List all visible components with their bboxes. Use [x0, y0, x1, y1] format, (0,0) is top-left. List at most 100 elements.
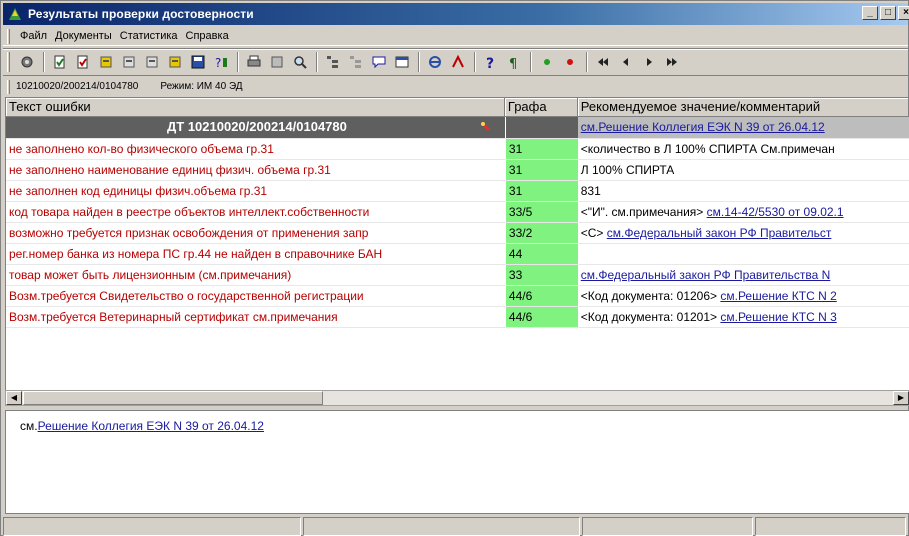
paragraph-icon[interactable]: ¶ — [503, 51, 525, 73]
error-text-cell: не заполнено кол-во физического объема г… — [9, 142, 274, 156]
save-icon[interactable] — [187, 51, 209, 73]
comment-link[interactable]: см.Федеральный закон РФ Правительства N — [581, 268, 831, 282]
status-bar — [3, 517, 908, 536]
menu-statistics[interactable]: Статистика — [116, 30, 182, 42]
first-icon[interactable] — [592, 51, 614, 73]
book3-icon[interactable] — [141, 51, 163, 73]
title-bar[interactable]: Результаты проверки достоверности _ □ × — [3, 3, 909, 25]
green-dot-icon[interactable] — [536, 51, 558, 73]
graph-cell: 44/6 — [504, 307, 578, 327]
error-text-cell: возможно требуется признак освобождения … — [9, 226, 369, 240]
document-number: 10210020/200214/0104780 — [16, 81, 139, 92]
toolbar-grip[interactable] — [7, 52, 10, 72]
graph-cell: 33/5 — [504, 202, 578, 222]
tree2-icon[interactable] — [345, 51, 367, 73]
infobar-grip[interactable] — [7, 79, 10, 94]
status-panel — [581, 517, 753, 536]
table-row[interactable]: не заполнено наименование единиц физич. … — [6, 160, 909, 181]
comment-cell: <Код документа: 01201> см.Решение КТС N … — [578, 307, 909, 327]
toolbar-separator — [530, 52, 532, 72]
header-comment[interactable]: Рекомендуемое значение/комментарий — [577, 98, 909, 117]
menu-file[interactable]: Файл — [16, 30, 51, 42]
print-preview-icon[interactable] — [266, 51, 288, 73]
tree-icon[interactable] — [322, 51, 344, 73]
comment-link[interactable]: см.14-42/5530 от 09.02.1 — [707, 205, 844, 219]
table-row[interactable]: товар может быть лицензионным (см.примеч… — [6, 265, 909, 286]
comment-cell: см.Федеральный закон РФ Правительства N — [578, 265, 909, 285]
header-graph[interactable]: Графа — [504, 98, 578, 117]
comment-text: <количество в Л 100% СПИРТА См.примечан — [580, 142, 835, 156]
svg-text:¶: ¶ — [509, 57, 517, 70]
last-icon[interactable] — [661, 51, 683, 73]
print-icon[interactable] — [243, 51, 265, 73]
menu-help[interactable]: Справка — [182, 30, 233, 42]
table-row[interactable]: код товара найден в реестре объектов инт… — [6, 202, 909, 223]
prev-icon[interactable] — [615, 51, 637, 73]
maximize-button[interactable]: □ — [880, 6, 896, 20]
error-text-cell: код товара найден в реестре объектов инт… — [9, 205, 370, 219]
app-icon — [7, 6, 23, 22]
menu-documents[interactable]: Документы — [51, 30, 116, 42]
comment-link[interactable]: см.Федеральный закон РФ Правительст — [607, 226, 832, 240]
comment-cell: <С> см.Федеральный закон РФ Правительст — [578, 223, 909, 243]
graph-cell: 33 — [504, 265, 578, 285]
graph-cell: 33/2 — [504, 223, 578, 243]
help-icon[interactable]: ? — [480, 51, 502, 73]
toolbar-separator — [237, 52, 239, 72]
scroll-thumb[interactable] — [23, 391, 323, 405]
properties-icon[interactable] — [391, 51, 413, 73]
table-row[interactable]: рег.номер банка из номера ПС гр.44 не на… — [6, 244, 909, 265]
pin-icon[interactable] — [479, 120, 493, 134]
help-filter-icon[interactable]: ? — [210, 51, 232, 73]
results-grid[interactable]: Текст ошибки Графа Рекомендуемое значени… — [5, 97, 909, 397]
toolbar: ? ? ¶ — [3, 48, 908, 76]
graph-cell: 44 — [504, 244, 578, 264]
group-graph-cell — [504, 117, 578, 138]
error-text-cell: товар может быть лицензионным (см.примеч… — [9, 268, 292, 282]
comment-icon[interactable] — [368, 51, 390, 73]
minimize-button[interactable]: _ — [862, 6, 878, 20]
comment-text: <С> — [580, 226, 607, 240]
error-text-cell: рег.номер банка из номера ПС гр.44 не на… — [9, 247, 383, 261]
red-dot-icon[interactable] — [559, 51, 581, 73]
book2-icon[interactable] — [118, 51, 140, 73]
gear-icon[interactable] — [16, 51, 38, 73]
mode-label: Режим: ИМ 40 ЭД — [160, 81, 243, 92]
group-comment-cell: см.Решение Коллегия ЕЭК N 39 от 26.04.12 — [577, 117, 909, 138]
comment-text: 831 — [580, 184, 601, 198]
group-row[interactable]: ДТ 10210020/200214/0104780 см.Решение Ко… — [6, 117, 909, 139]
graph-cell: 31 — [504, 139, 578, 159]
svg-text:?: ? — [215, 56, 221, 70]
group-comment-link[interactable]: см.Решение Коллегия ЕЭК N 39 от 26.04.12 — [581, 120, 825, 134]
table-row[interactable]: не заполнен код единицы физич.объема гр.… — [6, 181, 909, 202]
stop-icon[interactable] — [424, 51, 446, 73]
scroll-right-button[interactable]: ▶ — [893, 391, 909, 405]
table-row[interactable]: возможно требуется признак освобождения … — [6, 223, 909, 244]
toolbar-separator — [418, 52, 420, 72]
comment-link[interactable]: см.Решение КТС N 3 — [720, 310, 836, 324]
scroll-left-button[interactable]: ◀ — [6, 391, 22, 405]
doc-check2-icon[interactable] — [72, 51, 94, 73]
run-icon[interactable] — [447, 51, 469, 73]
book-icon[interactable] — [95, 51, 117, 73]
memo-link[interactable]: Решение Коллегия ЕЭК N 39 от 26.04.12 — [38, 419, 264, 433]
book4-icon[interactable] — [164, 51, 186, 73]
comment-memo[interactable]: см.Решение Коллегия ЕЭК N 39 от 26.04.12 — [5, 410, 909, 514]
comment-cell — [578, 244, 909, 264]
table-row[interactable]: не заполнено кол-во физического объема г… — [6, 139, 909, 160]
doc-check-icon[interactable] — [49, 51, 71, 73]
error-text-cell: не заполнено наименование единиц физич. … — [9, 163, 331, 177]
comment-cell: Л 100% СПИРТА — [578, 160, 909, 180]
menu-grip[interactable] — [7, 28, 10, 44]
magnifier-icon[interactable] — [289, 51, 311, 73]
horizontal-scrollbar[interactable]: ◀ ▶ — [5, 390, 909, 406]
toolbar-separator — [43, 52, 45, 72]
status-panel — [303, 517, 580, 536]
comment-link[interactable]: см.Решение КТС N 2 — [720, 289, 836, 303]
comment-cell: 831 — [578, 181, 909, 201]
table-row[interactable]: Возм.требуется Свидетельство о государст… — [6, 286, 909, 307]
header-error-text[interactable]: Текст ошибки — [6, 98, 505, 117]
close-button[interactable]: × — [898, 6, 909, 20]
next-icon[interactable] — [638, 51, 660, 73]
table-row[interactable]: Возм.требуется Ветеринарный сертификат с… — [6, 307, 909, 328]
